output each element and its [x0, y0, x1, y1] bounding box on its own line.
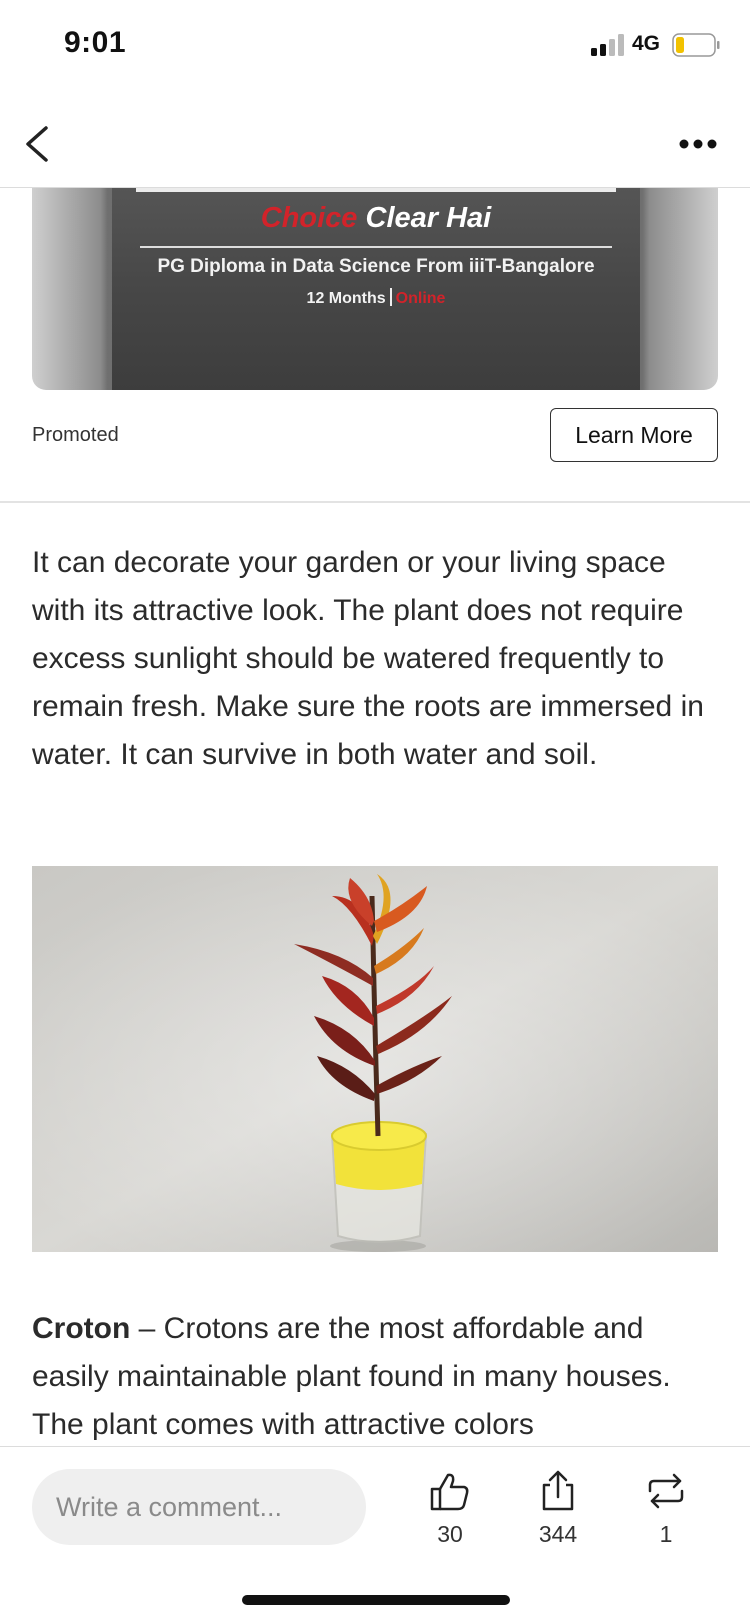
ad-headline-choice: Choice	[260, 202, 358, 234]
status-bar: 9:01 4G	[0, 0, 750, 90]
signal-icon	[591, 34, 624, 56]
croton-paragraph: Croton – Crotons are the most affordable…	[32, 1305, 722, 1449]
repost-count: 1	[659, 1521, 673, 1547]
repost-button[interactable]: 1	[626, 1469, 706, 1569]
promoted-label: Promoted	[32, 424, 119, 446]
croton-title: Croton	[32, 1312, 131, 1345]
share-icon	[542, 1470, 574, 1511]
like-count: 30	[437, 1521, 463, 1547]
network-type: 4G	[632, 32, 661, 55]
ad-subtitle: PG Diploma in Data Science From iiiT-Ban…	[157, 256, 595, 277]
plant-photo	[32, 866, 718, 1252]
section-divider	[0, 501, 750, 503]
battery-icon	[672, 33, 720, 57]
learn-more-button[interactable]: Learn More	[550, 408, 718, 462]
like-button[interactable]: 30	[410, 1469, 490, 1569]
status-time: 9:01	[64, 26, 127, 59]
share-count: 344	[538, 1521, 578, 1547]
ad-headline-rest: Clear Hai	[365, 202, 492, 234]
back-chevron-icon[interactable]	[20, 120, 60, 168]
home-indicator	[242, 1595, 510, 1605]
repost-icon	[648, 1473, 684, 1509]
share-button[interactable]: 344	[518, 1469, 598, 1569]
ad-creative: Choice Clear Hai PG Diploma in Data Scie…	[112, 188, 640, 390]
more-icon[interactable]	[676, 130, 720, 158]
nav-bar	[0, 100, 750, 188]
ad-top-rule	[136, 188, 616, 192]
bottom-action-bar: 30 344 1	[0, 1446, 750, 1624]
like-icon	[430, 1473, 469, 1511]
ad-duration-line: 12 Months Online	[112, 288, 640, 308]
ad-separator	[389, 288, 392, 306]
ad-headline: Choice Clear Hai	[112, 202, 640, 235]
ad-divider	[140, 246, 612, 248]
ad-banner[interactable]: Choice Clear Hai PG Diploma in Data Scie…	[32, 188, 718, 390]
ad-mode: Online	[395, 290, 446, 307]
comment-input[interactable]	[32, 1469, 366, 1545]
ad-duration: 12 Months	[306, 290, 386, 307]
article-paragraph: It can decorate your garden or your livi…	[32, 546, 704, 771]
